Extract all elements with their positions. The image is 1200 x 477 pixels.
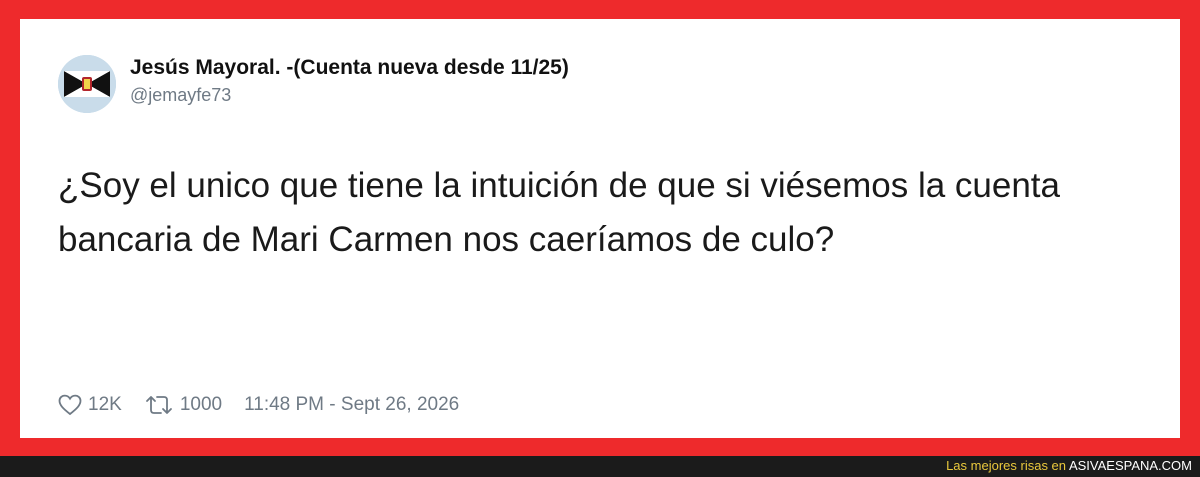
tweet-timestamp[interactable]: 11:48 PM - Sept 26, 2026	[244, 394, 459, 416]
tweet-card: Jesús Mayoral. -(Cuenta nueva desde 11/2…	[20, 19, 1180, 438]
watermark-credit: Las mejores risas en ASIVAESPANA.COM	[946, 458, 1192, 473]
retweet-button[interactable]: 1000	[144, 394, 222, 416]
heart-icon	[58, 394, 82, 416]
red-frame: Jesús Mayoral. -(Cuenta nueva desde 11/2…	[0, 0, 1200, 456]
tweet-footer: 12K 1000 11:48 PM - Sept 26, 2026	[58, 391, 459, 419]
display-name[interactable]: Jesús Mayoral. -(Cuenta nueva desde 11/2…	[130, 56, 569, 80]
watermark-site[interactable]: ASIVAESPANA.COM	[1069, 458, 1192, 473]
like-button[interactable]: 12K	[58, 394, 122, 416]
retweet-count: 1000	[179, 394, 223, 415]
tweet-text: ¿Soy el unico que tiene la intuición de …	[58, 166, 1060, 259]
user-handle[interactable]: @jemayfe73	[130, 85, 231, 106]
flag-avatar-image	[58, 55, 116, 113]
watermark-bar: Las mejores risas en ASIVAESPANA.COM	[0, 456, 1200, 477]
watermark-prefix: Las mejores risas en	[946, 458, 1067, 473]
retweet-icon	[145, 396, 172, 414]
like-count: 12K	[88, 394, 122, 415]
avatar[interactable]	[58, 55, 116, 113]
